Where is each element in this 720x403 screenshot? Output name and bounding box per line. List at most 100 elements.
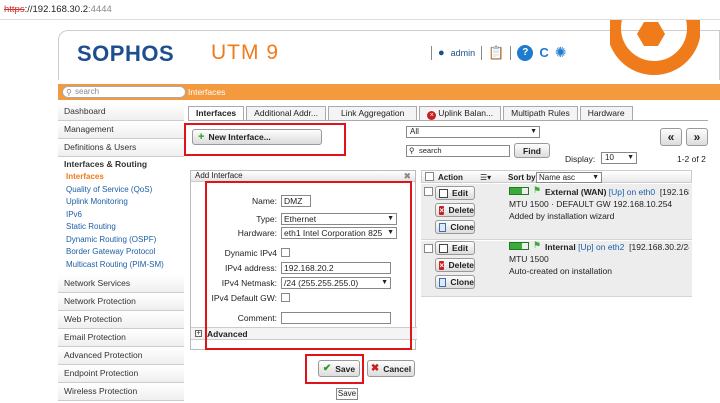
help-icon[interactable]: ? [517,44,534,61]
sophos-logo: SOPHOS [77,41,175,66]
interface-details: MTU 1500 · DEFAULT GW 192.168.10.254 [509,199,673,209]
tab-uplink-label: Uplink Balan... [438,108,494,118]
flag-icon: ⚑ [533,185,542,195]
separator [431,45,432,60]
action-column-header: Action [438,173,463,182]
delete-icon: × [439,205,445,215]
interface-name[interactable]: External (WAN) [545,187,606,197]
sidebar-subitem-uplink-monitoring[interactable]: Uplink Monitoring [58,196,184,209]
clone-button[interactable]: Clone [435,220,475,234]
tab-additional-addresses[interactable]: Additional Addr... [246,106,326,120]
decorative-orange-ring [610,20,700,75]
username-link[interactable]: admin [451,48,476,58]
edit-icon [439,188,448,198]
chevron-down-icon: ▼ [592,174,599,181]
select-all-checkbox[interactable] [425,172,434,181]
clone-button[interactable]: Clone [435,275,475,289]
delete-label: Delete [448,205,474,215]
next-page-button[interactable]: » [686,128,708,146]
edit-button[interactable]: Edit [435,186,475,200]
display-count-select[interactable]: 10 ▼ [601,152,637,164]
sidebar-group-interfaces-routing[interactable]: Interfaces & Routing [58,157,184,171]
find-button[interactable]: Find [514,143,550,158]
save-tooltip: Save [336,388,358,400]
chevron-down-icon: ▼ [530,128,537,135]
delete-icon: × [439,260,445,270]
interface-comment: Added by installation wizard [509,211,615,221]
enable-toggle[interactable] [509,242,529,250]
delete-button[interactable]: × Delete [435,203,475,217]
delete-button[interactable]: × Delete [435,258,475,272]
sidebar-item-dashboard[interactable]: Dashboard [58,103,184,121]
list-header: Action ☰▾ Sort by: Name asc ▼ [421,170,692,183]
sort-label: Sort by: [508,173,539,182]
list-search-input[interactable]: ⚲ search [406,145,510,157]
filter-value: All [410,127,419,136]
interface-name[interactable]: Internal [545,242,576,252]
page-title: Interfaces [188,87,226,97]
reload-icon[interactable]: C [539,45,548,60]
delete-label: Delete [448,260,474,270]
pager-info: 1-2 of 2 [677,154,706,164]
separator [481,45,483,60]
tab-multipath-rules[interactable]: Multipath Rules [503,106,578,120]
column-menu-icon[interactable]: ☰▾ [480,173,491,182]
filter-select[interactable]: All ▼ [406,126,540,138]
error-icon: × [427,111,437,120]
sidebar-item-endpoint-protection[interactable]: Endpoint Protection [58,365,184,383]
interface-address: [192.168.30.2/24 [629,242,689,252]
loading-spinner-icon: ✺ [554,44,567,60]
row-checkbox[interactable] [424,187,433,196]
tab-uplink-balancing[interactable]: × Uplink Balan... [419,106,502,120]
sidebar-subitem-interfaces[interactable]: Interfaces [58,171,184,184]
clone-icon [439,277,447,287]
edit-icon [439,243,448,253]
sidebar-item-network-services[interactable]: Network Services [58,275,184,293]
cancel-label: Cancel [383,363,412,374]
separator [510,45,512,60]
sidebar-item-email-protection[interactable]: Email Protection [58,329,184,347]
address-bar[interactable]: https://192.168.30.2:4444 [0,0,720,20]
product-name: UTM 9 [211,41,279,64]
sidebar-subitem-ospf[interactable]: Dynamic Routing (OSPF) [58,234,184,247]
sidebar-subitem-qos[interactable]: Quality of Service (QoS) [58,184,184,197]
flag-icon: ⚑ [533,240,542,250]
tab-hardware[interactable]: Hardware [579,106,633,120]
search-icon: ⚲ [409,146,415,155]
sidebar-item-definitions[interactable]: Definitions & Users [58,139,184,157]
sidebar-subitem-ipv6[interactable]: IPv6 [58,209,184,222]
sidebar-item-advanced-protection[interactable]: Advanced Protection [58,347,184,365]
highlight-dialog-fields [205,181,412,350]
tab-interfaces[interactable]: Interfaces [188,106,245,120]
url-port: :4444 [88,4,112,15]
sidebar-subitem-bgp[interactable]: Border Gateway Protocol [58,246,184,259]
sidebar-subitem-static-routing[interactable]: Static Routing [58,221,184,234]
highlight-save [305,354,364,384]
sort-select[interactable]: Name asc ▼ [536,172,602,183]
url-scheme: https [4,4,25,15]
first-page-button[interactable]: « [660,128,682,146]
clipboard-icon[interactable]: 📋 [488,45,504,61]
chevron-down-icon: ▼ [627,154,634,161]
row-checkbox[interactable] [424,244,433,253]
cancel-icon: ✖ [370,363,380,374]
expand-icon: + [195,330,202,337]
sidebar-search-input[interactable]: ⚲ search [62,86,186,98]
edit-button[interactable]: Edit [435,241,475,255]
cancel-button[interactable]: ✖ Cancel [367,360,415,377]
interface-details: MTU 1500 [509,254,549,264]
header-toolbar: ● admin 📋 ? C ✺ [431,44,566,61]
sidebar-subitem-multicast[interactable]: Multicast Routing (PIM-SM) [58,259,184,272]
sidebar-item-management[interactable]: Management [58,121,184,139]
sort-value: Name asc [539,173,576,182]
tab-link-aggregation[interactable]: Link Aggregation [327,106,418,120]
search-placeholder: search [75,87,100,96]
sidebar-item-network-protection[interactable]: Network Protection [58,293,184,311]
sidebar-item-web-protection[interactable]: Web Protection [58,311,184,329]
clone-icon [439,222,447,232]
enable-toggle[interactable] [509,187,529,195]
clone-label: Clone [450,277,474,287]
sidebar-item-wireless-protection[interactable]: Wireless Protection [58,383,184,401]
tab-bar: Interfaces Additional Addr... Link Aggre… [188,106,633,120]
display-label: Display: [565,154,596,164]
